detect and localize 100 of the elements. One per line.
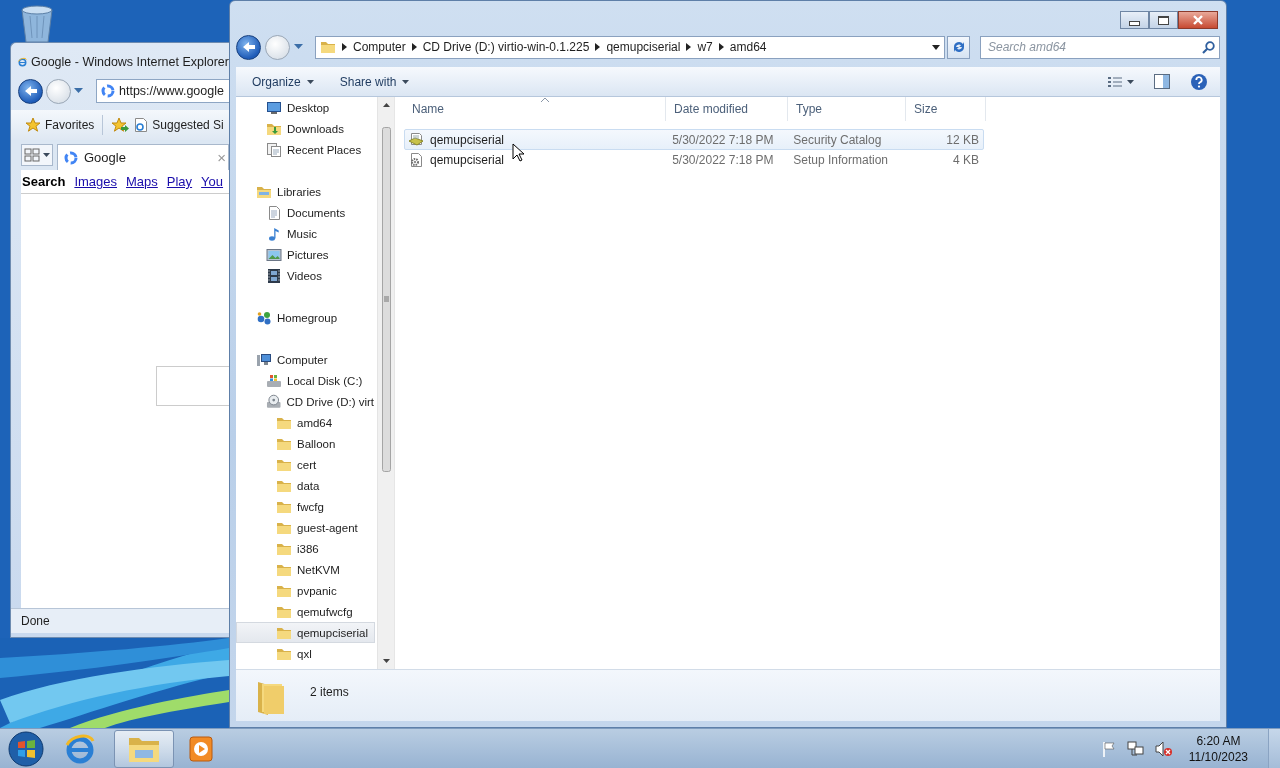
- nav-link[interactable]: Play: [166, 174, 193, 189]
- toolbar-button[interactable]: Share with: [333, 70, 416, 93]
- breadcrumb-item[interactable]: qemupciserial: [606, 40, 681, 54]
- nav-link[interactable]: Maps: [126, 174, 158, 189]
- nav-item[interactable]: Computer: [236, 349, 375, 370]
- nav-item[interactable]: Pictures: [236, 244, 375, 265]
- nav-link[interactable]: You: [201, 174, 224, 189]
- nav-item[interactable]: NetKVM: [236, 559, 375, 580]
- windows-orb-icon: [8, 730, 44, 767]
- file-row[interactable]: qemupciserial 5/30/2022 7:18 PM Setup Information 4 KB: [404, 149, 984, 170]
- file-row[interactable]: qemupciserial 5/30/2022 7:18 PM Security Catalog 12 KB: [404, 129, 984, 150]
- nav-item-label: Desktop: [287, 101, 330, 114]
- chevron-icon: [686, 43, 692, 51]
- nav-item[interactable]: Recent Places: [236, 139, 375, 160]
- suggested-sites-link[interactable]: Suggested Si: [134, 117, 224, 133]
- nav-item[interactable]: qemufwcfg: [236, 601, 375, 622]
- nav-item-label: Music: [287, 227, 318, 240]
- nav-item[interactable]: Homegroup: [236, 307, 375, 328]
- nav-item-label: CD Drive (D:) virt: [286, 395, 374, 408]
- back-button[interactable]: [236, 34, 261, 60]
- nav-item[interactable]: Libraries: [236, 181, 375, 202]
- breadcrumb-item[interactable]: CD Drive (D:) virtio-win-0.1.225: [422, 40, 590, 54]
- grid-icon: [24, 148, 40, 162]
- nav-item[interactable]: Downloads: [236, 118, 375, 139]
- nav-link[interactable]: Images: [74, 174, 117, 189]
- window-title: Google - Windows Internet Explorer: [31, 55, 229, 69]
- search-input[interactable]: [156, 366, 229, 406]
- caret-up-icon: [382, 103, 390, 107]
- start-button[interactable]: [6, 729, 46, 768]
- chevron-icon: [718, 43, 724, 51]
- flag-icon: [1100, 740, 1117, 757]
- maximize-button[interactable]: [1149, 11, 1178, 29]
- table-cell-text: 4 KB: [952, 152, 980, 167]
- nav-item[interactable]: CD Drive (D:) virt: [236, 391, 375, 412]
- nav-item[interactable]: fwcfg: [236, 496, 375, 517]
- disc-drive-icon: [266, 393, 282, 410]
- play-button-icon: [189, 735, 213, 762]
- caret-icon: [43, 153, 50, 157]
- monitor-icon: [266, 99, 282, 116]
- nav-item[interactable]: i386: [236, 538, 375, 559]
- browser-tab[interactable]: Google ×: [57, 143, 229, 171]
- picture-frame-icon: [266, 246, 282, 263]
- arrow-left-icon: [23, 85, 38, 97]
- favorites-button[interactable]: Favorites: [25, 117, 95, 133]
- nav-item[interactable]: amd64: [236, 412, 375, 433]
- nav-item[interactable]: Balloon: [236, 433, 375, 454]
- nav-item[interactable]: qemupciserial: [236, 622, 375, 643]
- search-icon: [1202, 40, 1215, 54]
- nav-item[interactable]: guest-agent: [236, 517, 375, 538]
- question-mark-icon: [1190, 72, 1208, 91]
- column-header[interactable]: Size: [906, 97, 986, 121]
- address-field[interactable]: https://www.google: [96, 79, 229, 103]
- nav-item[interactable]: Local Disk (C:): [236, 370, 375, 391]
- breadcrumb-item[interactable]: w7: [697, 40, 713, 54]
- nav-item-label: Libraries: [277, 185, 322, 198]
- nav-item-label: qxl: [297, 647, 312, 660]
- gear-document-icon: [408, 151, 424, 168]
- address-bar[interactable]: Computer CD Drive (D:) virtio-win-0.1.225 qemupciserial w7 amd64: [315, 35, 945, 59]
- caret-down-icon: [382, 659, 390, 663]
- scrollbar[interactable]: [377, 97, 394, 669]
- nav-item[interactable]: Documents: [236, 202, 375, 223]
- caret-icon: [402, 79, 410, 84]
- column-header[interactable]: Date modified: [666, 97, 788, 121]
- nav-item-label: Homegroup: [277, 311, 338, 324]
- file-name: qemupciserial: [430, 152, 505, 167]
- refresh-button[interactable]: [947, 35, 970, 59]
- preview-pane-button[interactable]: [1152, 72, 1172, 91]
- refresh-arrows-icon: [951, 40, 966, 54]
- nav-item-label: guest-agent: [297, 521, 358, 534]
- breadcrumb-item[interactable]: amd64: [729, 40, 767, 54]
- clock-time: 6:20 AM: [1196, 732, 1241, 749]
- nav-item[interactable]: pvpanic: [236, 580, 375, 601]
- nav-item-label: Balloon: [297, 437, 336, 450]
- back-button[interactable]: [18, 78, 43, 104]
- taskbar-button[interactable]: [114, 729, 174, 768]
- column-header[interactable]: Name: [404, 97, 666, 121]
- column-header[interactable]: Type: [788, 97, 906, 121]
- caret-icon: [294, 44, 303, 50]
- url-text: https://www.google: [119, 84, 224, 98]
- nav-link[interactable]: Search: [22, 174, 66, 189]
- add-favorite-button[interactable]: [111, 117, 130, 133]
- close-button[interactable]: [1178, 11, 1218, 29]
- quick-tabs-button[interactable]: [21, 144, 53, 166]
- nav-item[interactable]: cert: [236, 454, 375, 475]
- browser-window[interactable]: Google - Windows Internet Explorer https://www.google Favorites Suggested Si Google × Search Images Maps Play You Done: [10, 42, 229, 638]
- search-field[interactable]: Search amd64: [980, 35, 1220, 59]
- star-arrow-icon: [111, 117, 130, 133]
- nav-item[interactable]: Videos: [236, 265, 375, 286]
- e-logo-icon: [64, 732, 96, 765]
- nav-item[interactable]: Music: [236, 223, 375, 244]
- breadcrumb-item[interactable]: Computer: [353, 40, 406, 54]
- nav-item[interactable]: data: [236, 475, 375, 496]
- nav-item-label: amd64: [297, 416, 333, 429]
- nav-item[interactable]: Desktop: [236, 97, 375, 118]
- nav-item[interactable]: qxl: [236, 643, 375, 664]
- caret-icon: [306, 79, 314, 84]
- minimize-button[interactable]: [1120, 11, 1149, 29]
- nav-item-label: Videos: [287, 269, 322, 282]
- toolbar-button[interactable]: Organize: [246, 70, 320, 93]
- clock-date: 11/10/2023: [1188, 748, 1248, 765]
